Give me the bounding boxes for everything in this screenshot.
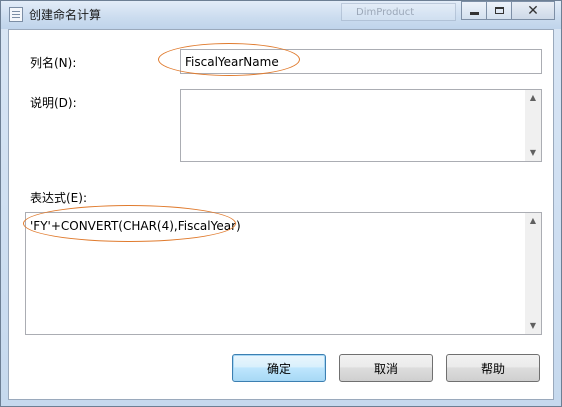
dialog-body: 列名(N): FiscalYearName 说明(D): ▲ ▼ 表达式(E):… xyxy=(8,29,554,400)
scroll-down-icon[interactable]: ▼ xyxy=(525,145,541,161)
ok-button[interactable]: 确定 xyxy=(232,354,326,382)
create-named-calculation-dialog: 创建命名计算 DimProduct ✕ 列名(N): FiscalYearNam… xyxy=(0,0,562,407)
maximize-icon xyxy=(494,7,504,14)
description-textarea[interactable]: ▲ ▼ xyxy=(180,89,542,162)
background-window-tab: DimProduct xyxy=(341,3,456,21)
scroll-up-icon[interactable]: ▲ xyxy=(525,213,541,229)
column-name-input[interactable]: FiscalYearName xyxy=(180,49,542,74)
dialog-title: 创建命名计算 xyxy=(29,8,102,22)
description-label: 说明(D): xyxy=(30,96,77,110)
help-button[interactable]: 帮助 xyxy=(446,354,540,382)
scroll-up-icon[interactable]: ▲ xyxy=(525,90,541,106)
scroll-down-icon[interactable]: ▼ xyxy=(525,318,541,334)
minimize-button[interactable] xyxy=(461,1,487,20)
expression-label: 表达式(E): xyxy=(30,191,87,205)
description-scrollbar[interactable]: ▲ ▼ xyxy=(525,90,541,161)
caption-buttons: ✕ xyxy=(461,1,555,21)
maximize-button[interactable] xyxy=(486,1,512,20)
expression-textarea[interactable]: 'FY'+CONVERT(CHAR(4),FiscalYear) ▲ ▼ xyxy=(25,212,542,335)
expression-value: 'FY'+CONVERT(CHAR(4),FiscalYear) xyxy=(30,219,241,233)
close-icon: ✕ xyxy=(527,2,539,19)
dialog-icon xyxy=(9,7,23,22)
column-name-value: FiscalYearName xyxy=(185,55,279,69)
minimize-icon xyxy=(469,12,479,15)
column-name-label: 列名(N): xyxy=(30,56,77,70)
cancel-button[interactable]: 取消 xyxy=(339,354,433,382)
close-button[interactable]: ✕ xyxy=(511,1,555,20)
title-bar[interactable]: 创建命名计算 DimProduct ✕ xyxy=(1,1,561,29)
expression-scrollbar[interactable]: ▲ ▼ xyxy=(525,213,541,334)
